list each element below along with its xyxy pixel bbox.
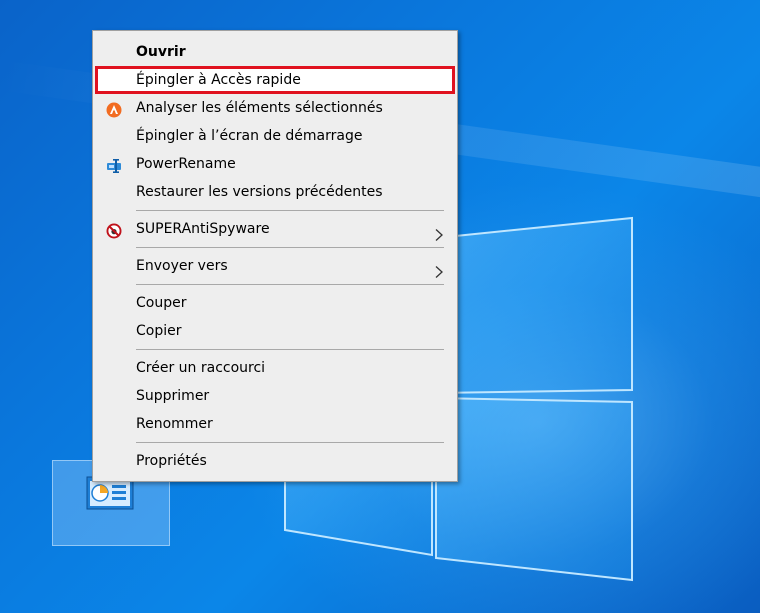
- menu-item[interactable]: Ouvrir: [95, 38, 455, 66]
- menu-item[interactable]: Copier: [95, 317, 455, 345]
- superantispyware-icon: [106, 221, 122, 239]
- menu-item[interactable]: Épingler à Accès rapide: [95, 66, 455, 94]
- menu-item-label: Épingler à Accès rapide: [136, 72, 301, 88]
- menu-item-label: Créer un raccourci: [136, 360, 266, 376]
- menu-separator: [136, 349, 444, 350]
- menu-item[interactable]: Analyser les éléments sélectionnés: [95, 94, 455, 122]
- powerrename-icon: [106, 156, 122, 173]
- menu-item-label: Propriétés: [136, 453, 207, 469]
- menu-separator: [136, 442, 444, 443]
- menu-item-label: Restaurer les versions précédentes: [136, 184, 383, 200]
- menu-item[interactable]: Envoyer vers: [95, 252, 455, 280]
- chevron-right-icon: [435, 260, 443, 278]
- menu-separator: [136, 247, 444, 248]
- menu-item-label: Envoyer vers: [136, 258, 228, 274]
- menu-item[interactable]: Épingler à l’écran de démarrage: [95, 122, 455, 150]
- menu-item[interactable]: Couper: [95, 289, 455, 317]
- menu-item[interactable]: Supprimer: [95, 382, 455, 410]
- menu-item-label: SUPERAntiSpyware: [136, 221, 270, 237]
- menu-item[interactable]: PowerRename: [95, 150, 455, 178]
- menu-item-label: Couper: [136, 295, 187, 311]
- menu-item-label: Analyser les éléments sélectionnés: [136, 100, 383, 116]
- menu-item[interactable]: Propriétés: [95, 447, 455, 475]
- menu-item-label: Ouvrir: [136, 44, 186, 60]
- menu-item-label: Renommer: [136, 416, 213, 432]
- menu-item-label: Copier: [136, 323, 182, 339]
- context-menu: Ouvrir Épingler à Accès rapide Analyser le…: [92, 30, 458, 482]
- menu-item[interactable]: Créer un raccourci: [95, 354, 455, 382]
- menu-item-label: PowerRename: [136, 156, 236, 172]
- menu-item-label: Supprimer: [136, 388, 210, 404]
- menu-item[interactable]: SUPERAntiSpyware: [95, 215, 455, 243]
- menu-item-label: Épingler à l’écran de démarrage: [136, 128, 363, 144]
- menu-item[interactable]: Restaurer les versions précédentes: [95, 178, 455, 206]
- menu-separator: [136, 210, 444, 211]
- menu-item[interactable]: Renommer: [95, 410, 455, 438]
- avast-icon: [106, 100, 122, 118]
- menu-separator: [136, 284, 444, 285]
- chevron-right-icon: [435, 223, 443, 241]
- desktop[interactable]: Ouvrir Épingler à Accès rapide Analyser le…: [0, 0, 760, 613]
